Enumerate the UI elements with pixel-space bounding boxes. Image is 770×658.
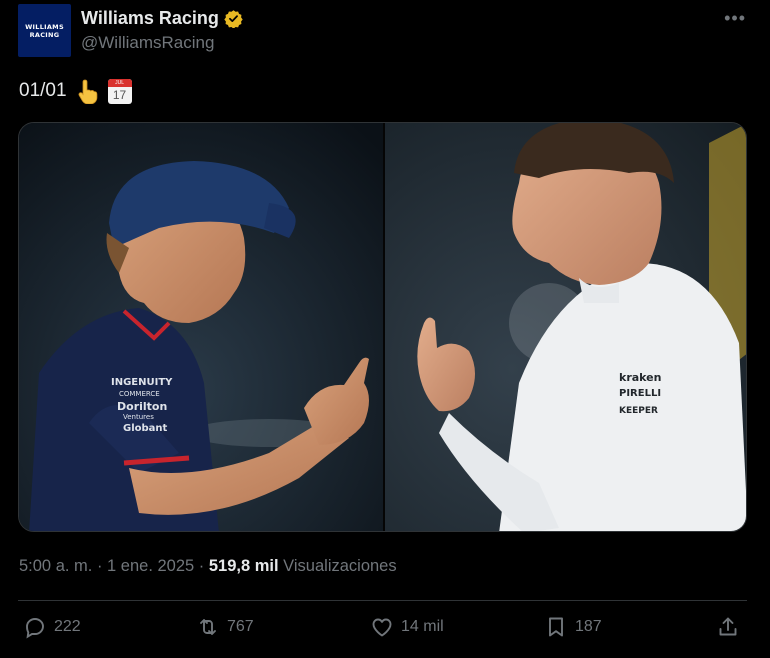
avatar-text-line1: WILLIAMS (25, 22, 64, 31)
reply-icon (26, 618, 44, 639)
timestamp[interactable]: 5:00 a. m. · 1 ene. 2025 · (19, 557, 209, 575)
bookmark-count: 187 (575, 618, 602, 635)
left-sponsor-1: COMMERCE (119, 390, 160, 398)
bookmark-icon (549, 617, 563, 637)
backhand-index-pointing-up-emoji (78, 79, 97, 104)
heart-icon (372, 618, 392, 637)
share-button[interactable] (716, 615, 747, 639)
repost-icon (200, 619, 216, 635)
author-name-row: Williams Racing (81, 8, 243, 29)
left-sponsor-4: Globant (123, 423, 168, 434)
calendar-emoji-day: 17 (112, 87, 127, 102)
verified-badge-icon[interactable] (224, 9, 243, 28)
like-button[interactable]: 14 mil (370, 615, 444, 639)
views-label: Visualizaciones (278, 557, 397, 575)
tweet-media-image[interactable]: INGENUITY COMMERCE Dorilton Ventures Glo… (18, 122, 747, 532)
reply-count: 222 (54, 618, 81, 635)
right-sponsor-2: KEEPER (619, 406, 658, 416)
calendar-emoji: JUL 17 (107, 78, 132, 104)
author-handle[interactable]: @WilliamsRacing (81, 33, 243, 53)
left-sponsor-0: INGENUITY (111, 377, 173, 388)
tweet-header: WILLIAMS RACING Williams Racing @William… (18, 4, 752, 60)
more-horizontal-icon[interactable]: ••• (724, 8, 746, 29)
action-bar: 222 767 14 mil 187 (18, 615, 747, 647)
right-sponsor-0: kraken (619, 371, 661, 384)
repost-count: 767 (227, 618, 254, 635)
left-sponsor-3: Ventures (123, 413, 154, 421)
avatar[interactable]: WILLIAMS RACING (18, 4, 71, 57)
repost-button[interactable]: 767 (196, 615, 254, 639)
like-count: 14 mil (401, 618, 444, 635)
author-name[interactable]: Williams Racing (81, 8, 219, 29)
avatar-text-line2: RACING (29, 30, 60, 39)
left-sponsor-2: Dorilton (117, 400, 167, 413)
bookmark-button[interactable]: 187 (544, 615, 602, 639)
calendar-emoji-month: JUL (107, 78, 132, 87)
media-collage: INGENUITY COMMERCE Dorilton Ventures Glo… (19, 123, 746, 531)
right-sponsor-1: PIRELLI (619, 388, 661, 399)
author-info: Williams Racing @WilliamsRacing (81, 8, 243, 53)
tweet-meta: 5:00 a. m. · 1 ene. 2025 · 519,8 mil Vis… (19, 557, 397, 576)
tweet-text: 01/01 JUL 17 (19, 78, 132, 104)
views-count: 519,8 mil (208, 557, 279, 575)
reply-button[interactable]: 222 (23, 615, 81, 639)
tweet-text-content: 01/01 (19, 80, 67, 101)
share-icon (719, 617, 737, 636)
divider (18, 600, 747, 601)
